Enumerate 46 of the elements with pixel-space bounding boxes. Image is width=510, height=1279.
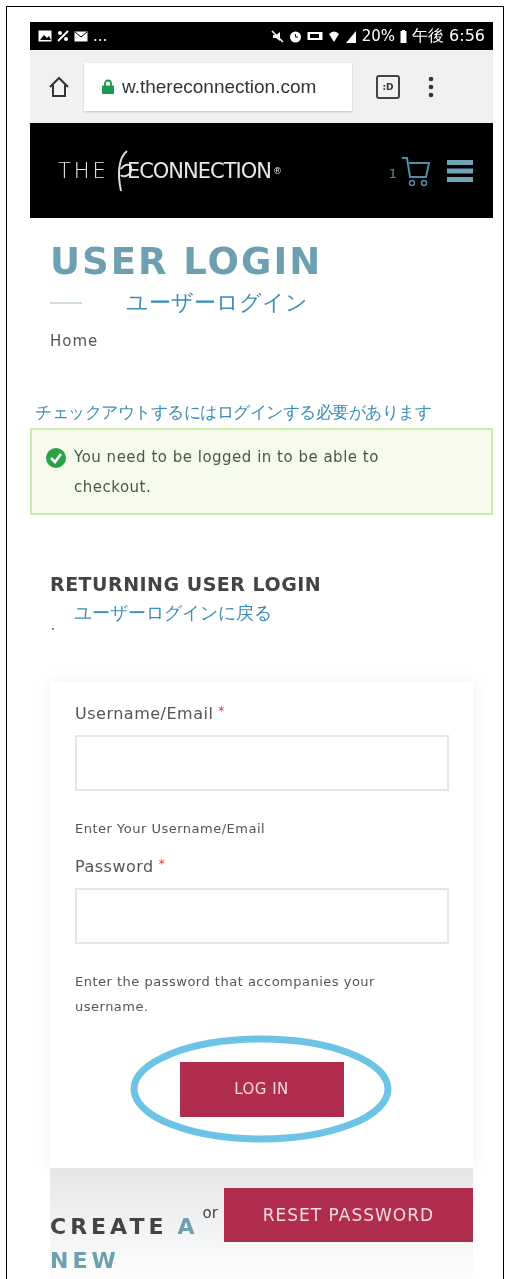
input-field[interactable] bbox=[75, 735, 449, 791]
mail-icon bbox=[74, 30, 88, 42]
field-label: Password bbox=[75, 857, 154, 876]
home-icon[interactable] bbox=[48, 75, 70, 98]
breadcrumb-link[interactable]: Home bbox=[50, 332, 493, 350]
logo-text: ECONNECTION bbox=[126, 158, 271, 183]
cart-count: 1 bbox=[388, 166, 397, 181]
heading-word: CREATE bbox=[50, 1214, 168, 1241]
annotation-text: ユーザーログインに戻る bbox=[74, 601, 273, 625]
notification-more: ... bbox=[93, 27, 108, 45]
annotation-text: チェックアウトするにはログインする必要があります bbox=[35, 401, 432, 424]
lock-icon bbox=[102, 79, 114, 94]
registered-mark: ® bbox=[272, 165, 282, 176]
mute-icon bbox=[270, 29, 284, 43]
page-title: USER LOGIN bbox=[50, 242, 324, 282]
or-text: or bbox=[202, 1204, 218, 1222]
image-icon bbox=[38, 30, 52, 42]
dot-mark bbox=[52, 628, 54, 630]
heading-word: NEW bbox=[50, 1248, 120, 1275]
help-text: Enter the password that accompanies your username. bbox=[75, 973, 376, 1016]
cart-icon[interactable] bbox=[401, 154, 431, 187]
heading-word: A bbox=[177, 1214, 199, 1241]
menu-icon[interactable] bbox=[447, 159, 473, 182]
field-label: Username/Email bbox=[75, 704, 214, 723]
required-mark: * bbox=[158, 857, 166, 873]
notice-message: You need to be logged in to be able to checkout. bbox=[74, 447, 380, 498]
battery-icon bbox=[400, 29, 407, 43]
reset-password-button[interactable]: RESET PASSWORD bbox=[223, 1188, 473, 1242]
help-text: Enter Your Username/Email bbox=[75, 820, 267, 838]
tabs-button[interactable]: :D bbox=[376, 74, 400, 99]
wifi-icon bbox=[327, 29, 340, 43]
signal-icon bbox=[344, 29, 357, 43]
more-menu-icon[interactable] bbox=[428, 75, 434, 98]
missed-call-icon bbox=[57, 30, 69, 42]
check-circle-icon bbox=[46, 448, 66, 468]
address-bar[interactable]: w.thereconnection.com bbox=[84, 62, 352, 111]
section-heading: RETURNING USER LOGIN bbox=[50, 573, 323, 595]
required-mark: * bbox=[218, 704, 225, 720]
annotation-text: ユーザーログイン bbox=[126, 289, 308, 317]
battery-percent: 20% bbox=[361, 27, 395, 45]
clock-time: 午後 6:56 bbox=[412, 25, 485, 47]
login-button[interactable]: LOG IN bbox=[179, 1061, 344, 1117]
alarm-icon bbox=[288, 29, 302, 43]
logo-text: THE bbox=[58, 158, 109, 183]
url-text: w.thereconnection.com bbox=[122, 75, 317, 98]
input-field[interactable] bbox=[75, 888, 449, 944]
